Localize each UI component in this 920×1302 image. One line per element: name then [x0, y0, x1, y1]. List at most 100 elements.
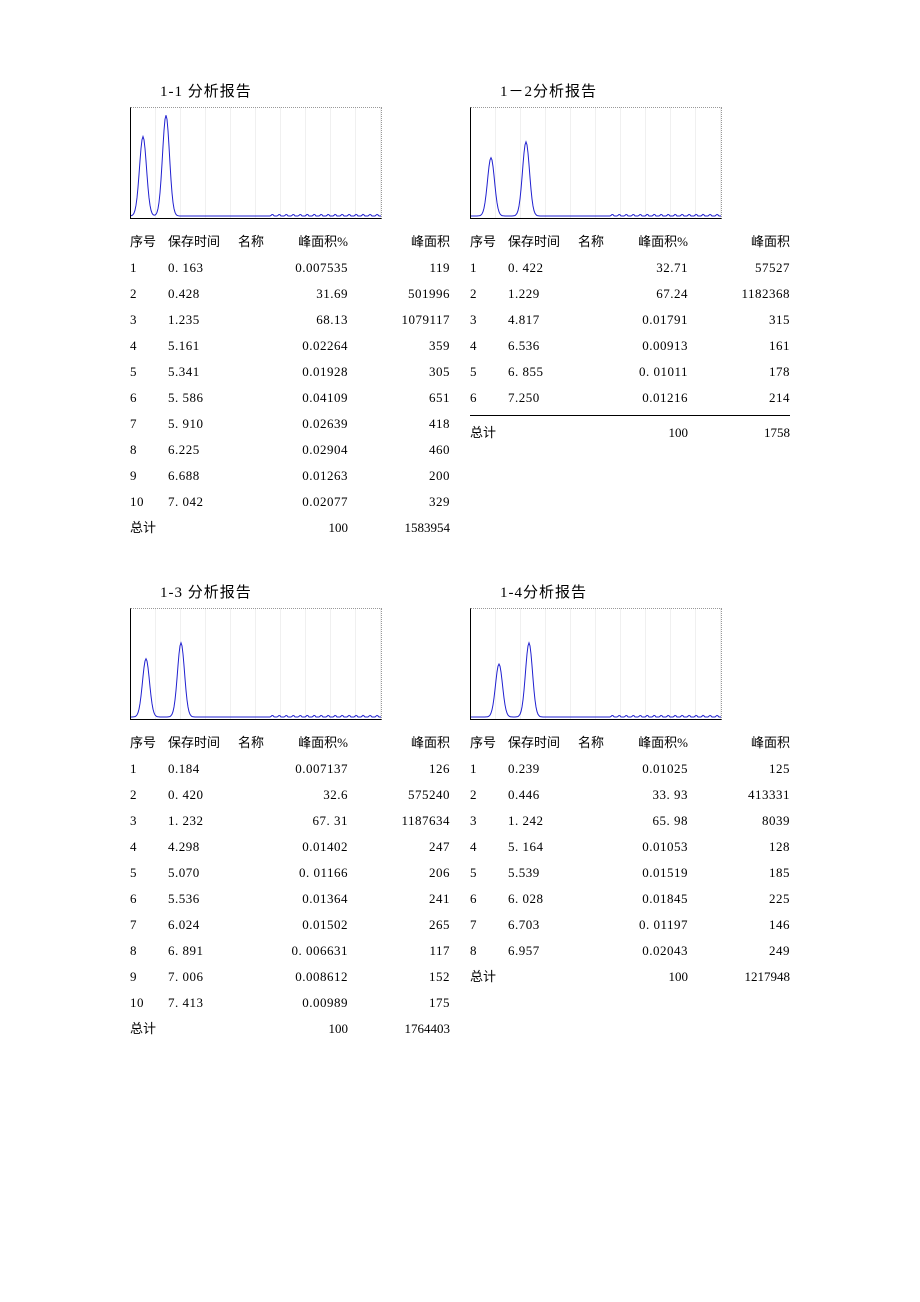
- total-row: 总计1001583954: [130, 515, 450, 541]
- cell-area: 1187634: [358, 808, 450, 834]
- col-pct: 峰面积%: [608, 730, 698, 756]
- cell-name: [238, 990, 268, 1016]
- cell-pct: 0.02904: [268, 437, 358, 463]
- cell-idx: 1: [130, 756, 168, 782]
- cell-pct: 33. 93: [608, 782, 698, 808]
- cell-idx: 3: [130, 808, 168, 834]
- report-4: 1-4分析报告序号保存时间名称峰面积%峰面积10.2390.0102512520…: [470, 581, 790, 1042]
- total-area: 1217948: [698, 964, 790, 990]
- col-idx: 序号: [470, 730, 508, 756]
- table-row: 86. 8910. 006631117: [130, 938, 450, 964]
- cell-name: [238, 255, 268, 281]
- cell-area: 359: [358, 333, 450, 359]
- cell-pct: 0.02264: [268, 333, 358, 359]
- cell-name: [578, 756, 608, 782]
- cell-rt: 0.428: [168, 281, 238, 307]
- cell-rt: 6.024: [168, 912, 238, 938]
- table-row: 107. 4130.00989175: [130, 990, 450, 1016]
- total-row: 总计1001764403: [130, 1016, 450, 1042]
- cell-area: 214: [698, 385, 790, 411]
- cell-pct: 0.008612: [268, 964, 358, 990]
- cell-pct: 32.6: [268, 782, 358, 808]
- table-row: 55.3410.01928305: [130, 359, 450, 385]
- cell-idx: 7: [470, 912, 508, 938]
- cell-area: 329: [358, 489, 450, 515]
- cell-name: [238, 964, 268, 990]
- cell-idx: 4: [470, 333, 508, 359]
- col-pct: 峰面积%: [608, 229, 698, 255]
- cell-pct: 0.01402: [268, 834, 358, 860]
- cell-name: [578, 782, 608, 808]
- cell-name: [238, 281, 268, 307]
- cell-name: [238, 834, 268, 860]
- table-row: 56. 8550. 01011178: [470, 359, 790, 385]
- col-rt: 保存时间: [168, 730, 238, 756]
- cell-rt: 6.688: [168, 463, 238, 489]
- total-pct: 100: [268, 515, 358, 541]
- cell-idx: 2: [470, 281, 508, 307]
- total-label: 总计: [470, 964, 508, 990]
- table-header: 序号保存时间名称峰面积%峰面积: [470, 229, 790, 255]
- cell-area: 175: [358, 990, 450, 1016]
- table-row: 21.22967.241182368: [470, 281, 790, 307]
- cell-pct: 0.01791: [608, 307, 698, 333]
- chromatogram-chart: [130, 608, 382, 720]
- cell-area: 265: [358, 912, 450, 938]
- cell-idx: 6: [130, 886, 168, 912]
- cell-name: [578, 307, 608, 333]
- col-name: 名称: [238, 229, 268, 255]
- table-row: 20.42831.69501996: [130, 281, 450, 307]
- cell-idx: 2: [130, 281, 168, 307]
- total-label: 总计: [130, 1016, 168, 1042]
- table-header: 序号保存时间名称峰面积%峰面积: [130, 229, 450, 255]
- cell-area: 225: [698, 886, 790, 912]
- cell-name: [238, 782, 268, 808]
- cell-area: 152: [358, 964, 450, 990]
- cell-idx: 3: [470, 307, 508, 333]
- total-pct: 100: [608, 964, 698, 990]
- cell-pct: 0.02077: [268, 489, 358, 515]
- cell-area: 247: [358, 834, 450, 860]
- cell-idx: 5: [470, 359, 508, 385]
- cell-idx: 4: [130, 834, 168, 860]
- cell-idx: 10: [130, 489, 168, 515]
- cell-idx: 3: [130, 307, 168, 333]
- col-rt: 保存时间: [508, 730, 578, 756]
- table-row: 66. 0280.01845225: [470, 886, 790, 912]
- cell-idx: 9: [130, 964, 168, 990]
- cell-rt: 0.446: [508, 782, 578, 808]
- table-row: 10.2390.01025125: [470, 756, 790, 782]
- col-area: 峰面积: [358, 730, 450, 756]
- cell-name: [238, 411, 268, 437]
- col-rt: 保存时间: [508, 229, 578, 255]
- cell-area: 146: [698, 912, 790, 938]
- cell-idx: 1: [470, 756, 508, 782]
- table-row: 86.9570.02043249: [470, 938, 790, 964]
- table-row: 76.7030. 01197146: [470, 912, 790, 938]
- total-label: 总计: [130, 515, 168, 541]
- cell-idx: 2: [130, 782, 168, 808]
- col-name: 名称: [238, 730, 268, 756]
- cell-area: 651: [358, 385, 450, 411]
- cell-rt: 5. 910: [168, 411, 238, 437]
- table-row: 65.5360.01364241: [130, 886, 450, 912]
- cell-rt: 0.184: [168, 756, 238, 782]
- cell-pct: 0. 006631: [268, 938, 358, 964]
- cell-area: 178: [698, 359, 790, 385]
- cell-pct: 0.01263: [268, 463, 358, 489]
- table-row: 31. 24265. 988039: [470, 808, 790, 834]
- cell-idx: 5: [470, 860, 508, 886]
- reports-grid: 1-1 分析报告序号保存时间名称峰面积%峰面积10. 1630.00753511…: [130, 80, 790, 1042]
- table-row: 31.23568.131079117: [130, 307, 450, 333]
- report-1: 1-1 分析报告序号保存时间名称峰面积%峰面积10. 1630.00753511…: [130, 80, 450, 541]
- cell-pct: 67.24: [608, 281, 698, 307]
- cell-name: [578, 860, 608, 886]
- col-name: 名称: [578, 229, 608, 255]
- cell-area: 413331: [698, 782, 790, 808]
- cell-rt: 7. 413: [168, 990, 238, 1016]
- chromatogram-chart: [130, 107, 382, 219]
- cell-name: [238, 860, 268, 886]
- table-row: 34.8170.01791315: [470, 307, 790, 333]
- cell-pct: 0.01519: [608, 860, 698, 886]
- cell-pct: 0.01025: [608, 756, 698, 782]
